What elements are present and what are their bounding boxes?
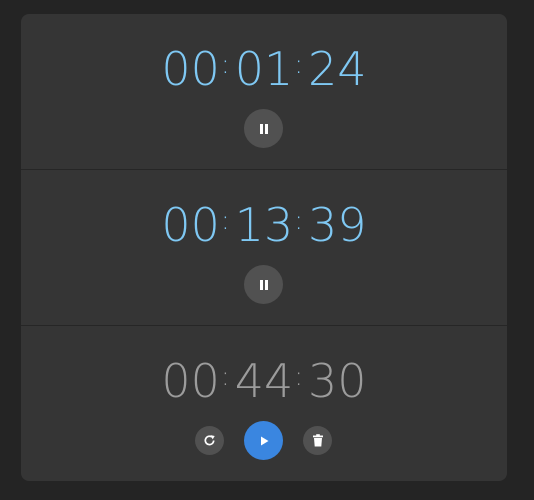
timer-controls <box>21 109 507 149</box>
time-separator: : <box>220 206 230 236</box>
reset-button[interactable] <box>195 426 224 455</box>
hours-value: 00 <box>161 198 220 252</box>
timer-row: 00: 01: 24 <box>21 14 507 169</box>
timer-display: 00: 13: 39 <box>21 198 507 260</box>
minutes-value: 01 <box>234 42 294 96</box>
timer-controls <box>21 421 507 461</box>
timers-panel: 00: 01: 24 00: 13: 39 00: 44: 30 <box>21 14 507 481</box>
timer-display: 00: 01: 24 <box>21 42 507 104</box>
timer-display: 00: 44: 30 <box>21 354 507 416</box>
delete-button[interactable] <box>303 426 332 455</box>
play-button[interactable] <box>244 421 283 460</box>
minutes-value: 13 <box>234 198 294 252</box>
pause-button[interactable] <box>244 109 283 148</box>
time-separator: : <box>294 362 304 392</box>
pause-icon <box>258 279 270 291</box>
trash-icon <box>312 434 324 447</box>
time-separator: : <box>294 206 304 236</box>
time-separator: : <box>294 50 304 80</box>
timer-controls <box>21 265 507 305</box>
pause-icon <box>258 123 270 135</box>
time-separator: : <box>220 362 230 392</box>
hours-value: 00 <box>161 42 220 96</box>
reset-icon <box>203 434 216 447</box>
seconds-value: 30 <box>308 354 367 408</box>
minutes-value: 44 <box>234 354 294 408</box>
timer-row: 00: 13: 39 <box>21 170 507 325</box>
play-icon <box>258 435 270 447</box>
pause-button[interactable] <box>244 265 283 304</box>
seconds-value: 24 <box>308 42 367 96</box>
seconds-value: 39 <box>308 198 367 252</box>
time-separator: : <box>220 50 230 80</box>
timer-row: 00: 44: 30 <box>21 326 507 481</box>
hours-value: 00 <box>161 354 220 408</box>
